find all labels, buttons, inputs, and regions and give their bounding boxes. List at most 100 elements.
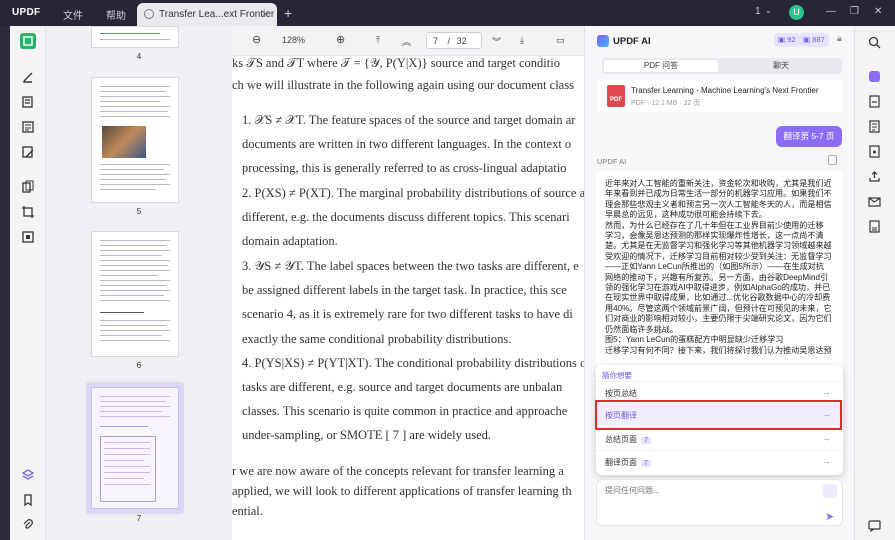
doc-line: 4. P(YS|XS) ≠ P(YT|XT). The conditional … bbox=[242, 356, 584, 370]
zoom-level[interactable]: 128% bbox=[282, 35, 305, 45]
edit-text-icon[interactable] bbox=[20, 94, 36, 110]
doc-line: documents are written in two different l… bbox=[242, 137, 572, 151]
new-tab-icon[interactable]: + bbox=[284, 5, 292, 21]
window-count[interactable]: 1 bbox=[755, 6, 761, 17]
thumbnail-page-7[interactable] bbox=[91, 387, 179, 509]
presentation-icon[interactable]: ▭ bbox=[556, 35, 565, 46]
close-window-icon[interactable]: ✕ bbox=[874, 6, 882, 17]
credit-badge-a-value: 92 bbox=[787, 35, 796, 44]
first-page-icon[interactable]: ⤒ bbox=[376, 35, 380, 46]
attachment-icon[interactable] bbox=[20, 517, 36, 533]
answer-line: 网络的推动下，兴趣有所复苏。另一方面，由谷歌DeepMind引 bbox=[605, 272, 829, 282]
suggestion-summarize-page[interactable]: 总结页面 7 → bbox=[596, 427, 843, 449]
tab-pdf-qa[interactable]: PDF 问答 bbox=[604, 60, 718, 72]
doc-line: tasks are different, e.g. source and tar… bbox=[242, 380, 563, 394]
viewer-toolbar: ⊖ 128% ⊕ ⤒ ︽ 7 / 32 ︾ ⤓ ▭ bbox=[232, 26, 584, 56]
answer-line: 图5：Yann LeCun的蛋糕配方中明显缺少迁移学习 bbox=[605, 335, 784, 345]
send-icon[interactable]: ➤ bbox=[825, 510, 834, 523]
bookmark-icon[interactable] bbox=[20, 492, 36, 508]
chat-input[interactable] bbox=[605, 486, 805, 495]
thumbnail-label-5: 5 bbox=[136, 207, 142, 216]
feedback-icon[interactable] bbox=[866, 517, 882, 533]
zoom-out-icon[interactable]: ⊖ bbox=[252, 33, 261, 46]
doc-line: 1. 𝒳S ≠ 𝒳T. The feature spaces of the so… bbox=[242, 113, 576, 127]
answer-line: 然而，为什么已经存在了几十年但在工业界目前少使用的迁移 bbox=[605, 220, 824, 230]
answer-line: 受欢迎的情况下，迁移学习目前相对较少受到关注：无监督学习 bbox=[605, 251, 832, 261]
answer-line: 领的强化学习在游戏AI中取得进步，例如AlphaGo的成功，并已 bbox=[605, 283, 831, 293]
menu-help[interactable]: 帮助 bbox=[106, 7, 126, 22]
chat-input-box: ➤ bbox=[596, 479, 843, 526]
zoom-in-icon[interactable]: ⊕ bbox=[336, 33, 345, 46]
doc-line: classes. This scenario is quite common i… bbox=[242, 404, 568, 418]
suggestion-page-number: 7 bbox=[641, 460, 651, 467]
tools-icon[interactable] bbox=[20, 229, 36, 245]
doc-line: ential. bbox=[232, 504, 263, 518]
next-page-icon[interactable]: ︾ bbox=[492, 35, 501, 48]
doc-line: processing, this is generally referred t… bbox=[242, 161, 567, 175]
avatar[interactable]: U bbox=[789, 5, 804, 20]
answer-line: 们对商业的影响相对较小，主要仍限于尖端研究论文，因为它们 bbox=[605, 314, 832, 324]
file-name: Transfer Learning - Machine Learning's N… bbox=[631, 86, 819, 95]
doc-line: different, e.g. the documents discuss di… bbox=[242, 210, 570, 224]
ai-assistant-panel: UPDF AI ▣ 92 ▣ 887 🔒︎ PDF 问答 聊天 PDF Tran… bbox=[584, 26, 854, 540]
ai-icon[interactable] bbox=[866, 68, 882, 84]
ai-logo-icon bbox=[597, 35, 609, 47]
close-tab-icon[interactable]: ✕ bbox=[261, 8, 270, 21]
suggestion-header: 猜你想要 bbox=[602, 371, 632, 380]
user-message: 翻译第 5-7 页 bbox=[776, 126, 842, 147]
document-tab[interactable]: Transfer Lea...ext Frontier ✕ bbox=[137, 3, 277, 26]
credit-badge-b-value: 887 bbox=[812, 35, 825, 44]
convert-icon[interactable] bbox=[866, 93, 882, 109]
sign-icon[interactable] bbox=[20, 144, 36, 160]
email-icon[interactable] bbox=[866, 193, 882, 209]
ocr-icon[interactable] bbox=[866, 118, 882, 134]
last-page-icon[interactable]: ⤓ bbox=[520, 35, 524, 46]
prompt-suggestions-icon[interactable] bbox=[823, 484, 837, 498]
suggestion-translate-page[interactable]: 翻译页面 7 → bbox=[596, 450, 843, 472]
protect-icon[interactable] bbox=[866, 143, 882, 159]
app-logo: UPDF bbox=[12, 7, 41, 18]
search-icon[interactable] bbox=[866, 34, 882, 50]
arrow-right-icon: → bbox=[822, 433, 831, 443]
thumbnail-label-4: 4 bbox=[136, 52, 142, 61]
thumbnail-page-5[interactable] bbox=[91, 77, 179, 203]
suggestion-label: 翻译页面 bbox=[605, 458, 637, 467]
save-icon[interactable] bbox=[866, 218, 882, 234]
highlight-box bbox=[595, 400, 842, 430]
doc-line: r we are now aware of the concepts relev… bbox=[232, 464, 564, 478]
credit-badge-a[interactable]: ▣ 92 bbox=[774, 33, 800, 47]
copy-icon[interactable] bbox=[828, 155, 837, 165]
thumbnail-label-6: 6 bbox=[136, 361, 142, 370]
thumbnail-page-6[interactable] bbox=[91, 231, 179, 357]
page-number-input[interactable]: 7 / 32 bbox=[426, 32, 482, 49]
answer-line: ——正如Yann LeCun所推出的（如图5所示）——在生成对抗 bbox=[605, 262, 824, 272]
credit-badge-b[interactable]: ▣ 887 bbox=[799, 33, 829, 47]
thumbnail-page-4[interactable] bbox=[91, 26, 179, 48]
answer-line: 仍然面临许多挑战。 bbox=[605, 324, 678, 334]
suggestion-label: 按页总结 bbox=[605, 389, 637, 398]
file-meta: PDF - 12.1 MB · 32 页 bbox=[631, 100, 701, 107]
crop-icon[interactable] bbox=[20, 204, 36, 220]
answer-line: 年来看到并已成为日常生活一部分的机器学习应用。如果我们不 bbox=[605, 189, 832, 199]
share-icon[interactable] bbox=[866, 168, 882, 184]
reader-mode-icon[interactable] bbox=[20, 33, 36, 49]
form-icon[interactable] bbox=[20, 119, 36, 135]
file-card[interactable]: PDF Transfer Learning - Machine Learning… bbox=[597, 80, 843, 112]
menu-file[interactable]: 文件 bbox=[63, 7, 83, 22]
layers-icon[interactable] bbox=[20, 467, 36, 483]
restore-icon[interactable]: ❐ bbox=[850, 6, 859, 17]
minimize-icon[interactable]: — bbox=[826, 6, 836, 17]
comment-tool-icon[interactable] bbox=[20, 69, 36, 85]
title-bar: UPDF 文件 帮助 Transfer Lea...ext Frontier ✕… bbox=[0, 0, 895, 26]
pdf-file-icon: PDF bbox=[607, 85, 625, 107]
answer-line: 理会那些悲观主义者和预言另一次人工智能冬天的人，而是相信 bbox=[605, 199, 832, 209]
chevron-down-icon[interactable]: ⌄ bbox=[765, 6, 772, 15]
lock-icon[interactable]: 🔒︎ bbox=[837, 33, 842, 44]
tab-chat[interactable]: 聊天 bbox=[722, 60, 840, 72]
doc-line: applied, we will look to different appli… bbox=[232, 484, 572, 498]
doc-line: ch we will illustrate in the following a… bbox=[232, 78, 574, 92]
previous-page-icon[interactable]: ︽ bbox=[402, 35, 411, 48]
total-pages: 32 bbox=[456, 36, 467, 46]
answer-line: 早晨总的远见，这种成功很可能会持续下去。 bbox=[605, 210, 767, 220]
organize-pages-icon[interactable] bbox=[20, 179, 36, 195]
